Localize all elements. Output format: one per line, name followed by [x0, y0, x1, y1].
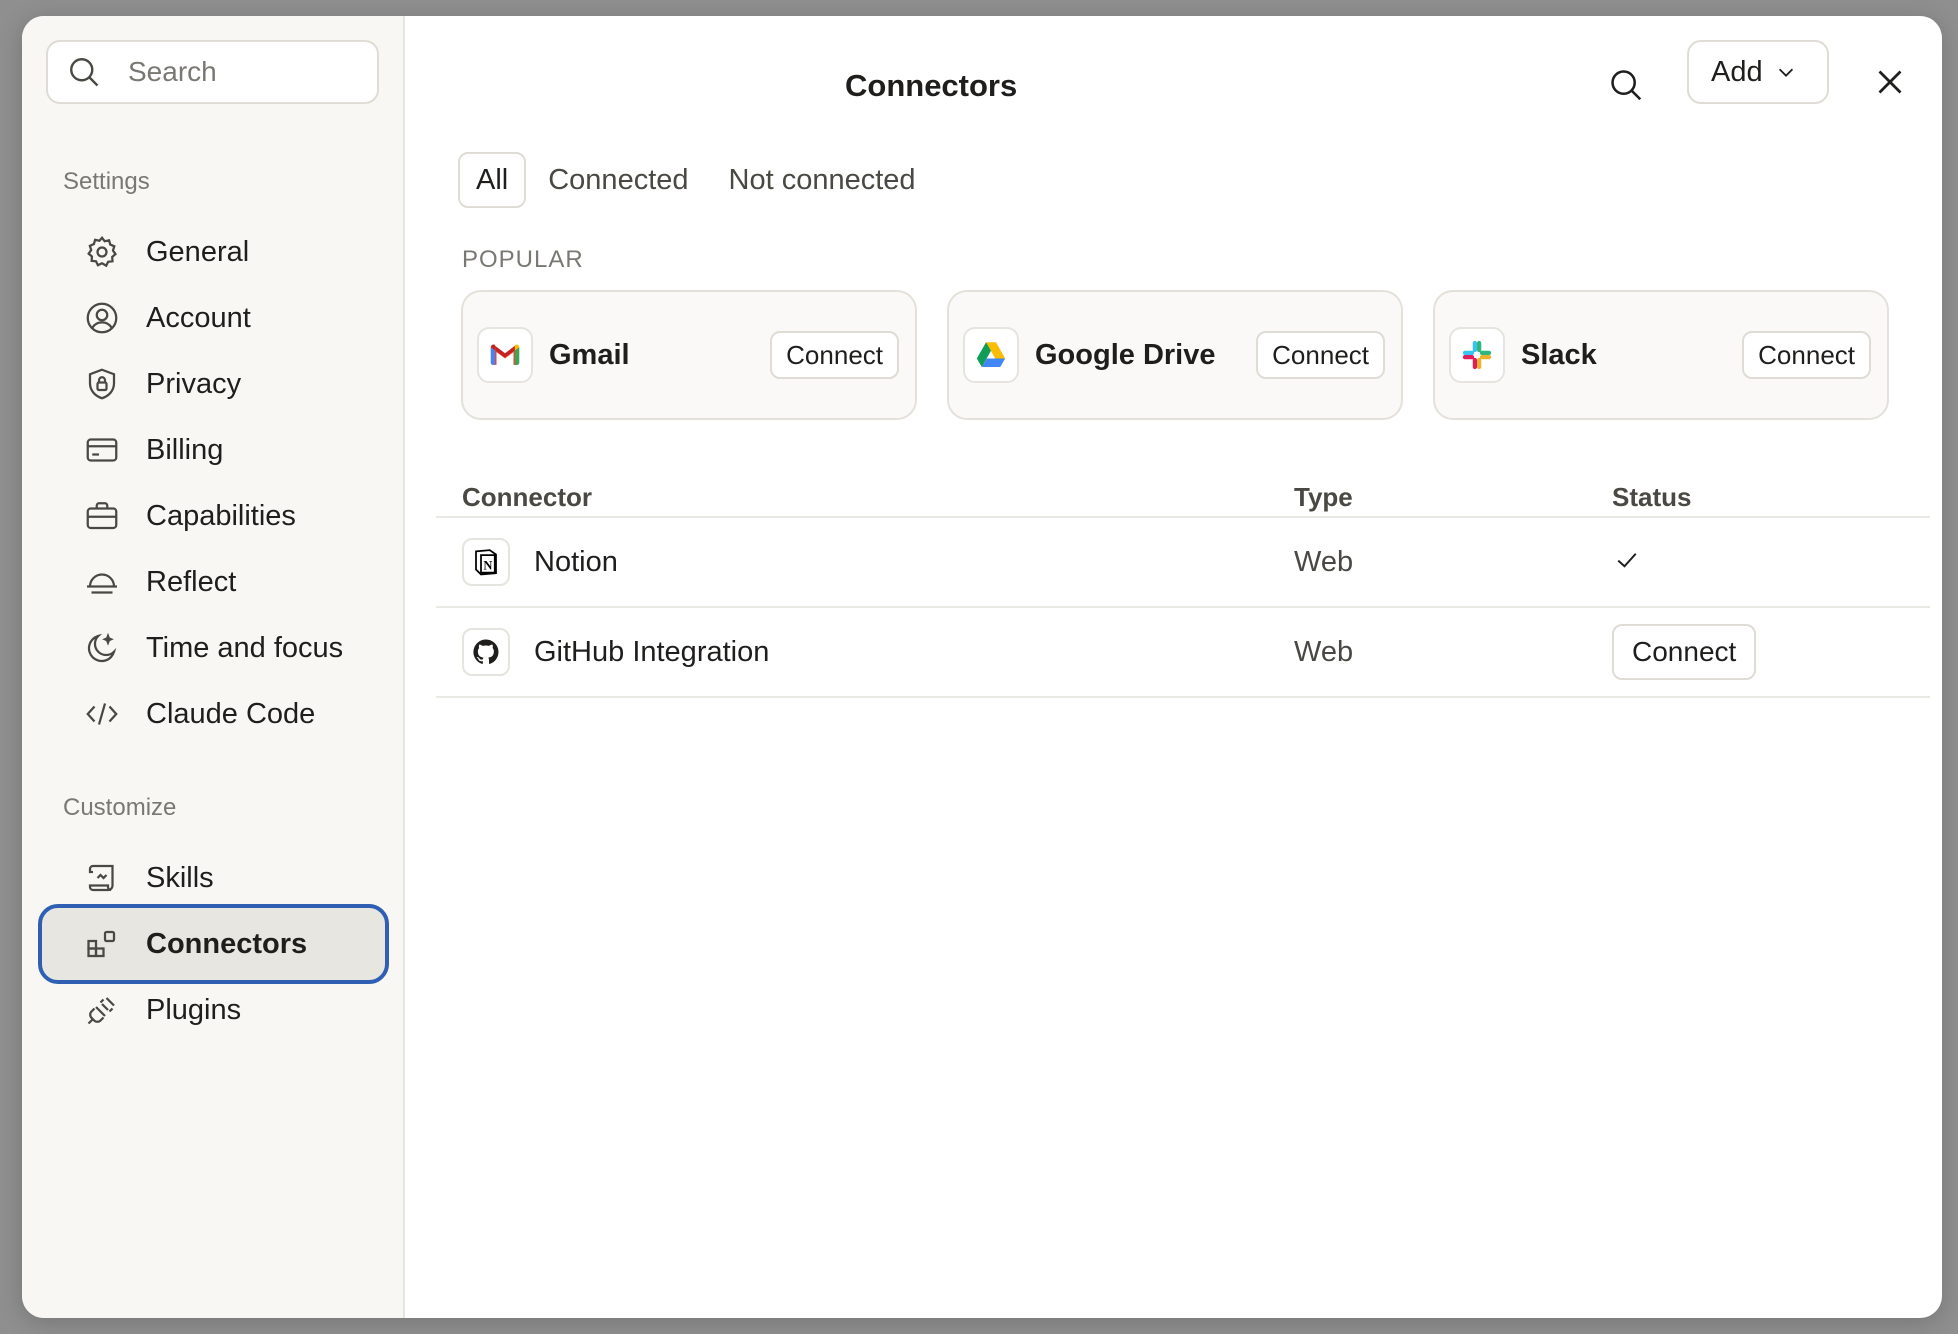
svg-text:N: N	[483, 559, 492, 573]
table-divider	[436, 696, 1930, 698]
sidebar-item-account[interactable]: Account	[46, 289, 382, 347]
scroll-icon	[84, 860, 120, 896]
gmail-icon	[477, 327, 533, 383]
sidebar-item-label: Time and focus	[146, 631, 344, 664]
connect-button[interactable]: Connect	[1256, 331, 1385, 379]
tab-not-connected[interactable]: Not connected	[711, 152, 934, 208]
user-circle-icon	[84, 300, 120, 336]
connector-name: GitHub Integration	[534, 635, 770, 668]
close-icon	[1878, 70, 1902, 94]
search-input[interactable]	[128, 56, 358, 88]
chevron-down-icon	[1778, 68, 1793, 77]
sidebar-item-capabilities[interactable]: Capabilities	[46, 487, 382, 545]
sidebar-item-label: Connectors	[146, 927, 308, 960]
connector-name: Notion	[534, 545, 618, 578]
sidebar-item-label: Reflect	[146, 565, 237, 598]
filter-tabs: All Connected Not connected	[458, 152, 934, 208]
notion-icon: N	[462, 538, 510, 586]
sidebar-item-plugins[interactable]: Plugins	[46, 981, 382, 1039]
sidebar-item-label: Skills	[146, 861, 214, 894]
table-row[interactable]: GitHub Integration Web Connect	[462, 608, 1922, 696]
connector-card-gmail[interactable]: Gmail Connect	[461, 290, 917, 420]
search-icon	[70, 58, 99, 87]
add-button-label: Add	[1711, 55, 1763, 88]
sidebar-item-label: Claude Code	[146, 697, 316, 730]
table-row[interactable]: N Notion Web	[462, 518, 1922, 606]
sidebar-item-skills[interactable]: Skills	[46, 849, 382, 907]
gear-icon	[84, 234, 120, 270]
credit-card-icon	[84, 432, 120, 468]
connected-check-icon	[1612, 545, 1642, 580]
connect-button[interactable]: Connect	[770, 331, 899, 379]
table-header-status: Status	[1612, 482, 1692, 512]
shield-lock-icon	[84, 366, 120, 402]
tab-all[interactable]: All	[458, 152, 527, 208]
connector-type: Web	[1294, 545, 1354, 578]
connect-button[interactable]: Connect	[1612, 624, 1757, 680]
header-search-button[interactable]	[1607, 66, 1647, 106]
tab-connected[interactable]: Connected	[530, 152, 706, 208]
close-button[interactable]	[1872, 64, 1912, 104]
customize-section-label: Customize	[63, 794, 177, 821]
page-title: Connectors	[845, 68, 1018, 103]
plug-icon	[84, 992, 120, 1028]
connector-card-name: Google Drive	[1035, 338, 1216, 371]
table-header-connector: Connector	[462, 482, 592, 512]
horizon-icon	[84, 564, 120, 600]
sidebar-item-label: Capabilities	[146, 499, 296, 532]
sidebar-item-general[interactable]: General	[46, 223, 382, 281]
connect-button[interactable]: Connect	[1742, 331, 1871, 379]
popular-section-label: POPULAR	[462, 246, 584, 273]
settings-section-label: Settings	[63, 168, 150, 195]
sidebar-item-label: General	[146, 235, 250, 268]
moon-icon	[84, 630, 120, 666]
connector-card-name: Gmail	[549, 338, 630, 371]
sidebar-item-privacy[interactable]: Privacy	[46, 355, 382, 413]
settings-modal: Settings General Account Privacy Billing…	[22, 16, 1942, 1318]
sidebar-item-billing[interactable]: Billing	[46, 421, 382, 479]
search-icon	[1611, 70, 1642, 101]
code-icon	[84, 696, 120, 732]
briefcase-icon	[84, 498, 120, 534]
sidebar-item-connectors[interactable]: Connectors	[38, 904, 389, 984]
blocks-icon	[84, 926, 120, 962]
sidebar-item-reflect[interactable]: Reflect	[46, 553, 382, 611]
sidebar-item-label: Plugins	[146, 993, 242, 1026]
sidebar-item-label: Privacy	[146, 367, 242, 400]
connector-card-google-drive[interactable]: Google Drive Connect	[947, 290, 1403, 420]
search-box[interactable]	[46, 40, 379, 104]
connector-card-name: Slack	[1521, 338, 1597, 371]
sidebar: Settings General Account Privacy Billing…	[22, 16, 405, 1318]
connector-card-slack[interactable]: Slack Connect	[1433, 290, 1889, 420]
sidebar-item-label: Account	[146, 301, 251, 334]
sidebar-item-time-and-focus[interactable]: Time and focus	[46, 619, 382, 677]
google-drive-icon	[963, 327, 1019, 383]
connector-type: Web	[1294, 635, 1354, 668]
sidebar-item-label: Billing	[146, 433, 224, 466]
sidebar-item-claude-code[interactable]: Claude Code	[46, 685, 382, 743]
table-header-type: Type	[1294, 482, 1353, 512]
slack-icon	[1449, 327, 1505, 383]
add-button[interactable]: Add	[1687, 40, 1829, 104]
github-icon	[462, 628, 510, 676]
